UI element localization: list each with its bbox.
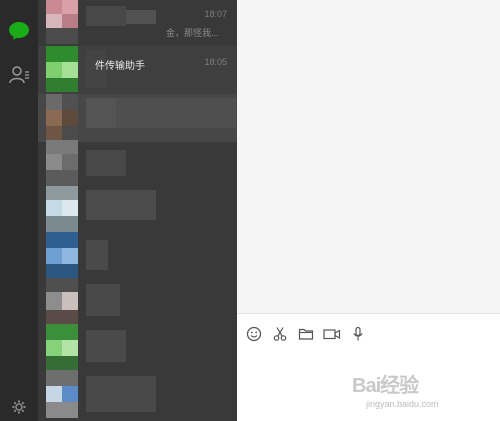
watermark-url: jingyan.baidu.com [366, 399, 439, 409]
video-call-button[interactable] [323, 325, 341, 343]
conversation-name: 件传输助手 [95, 61, 145, 72]
compose-toolbar [245, 324, 367, 344]
avatar [46, 232, 78, 280]
conversation-item[interactable]: 18:07 金，那怪我... [38, 0, 237, 48]
chat-tab[interactable] [6, 18, 32, 44]
chat-pane [237, 0, 500, 421]
avatar [46, 324, 78, 372]
conversation-time: 18:05 [204, 57, 227, 67]
microphone-icon [353, 326, 363, 341]
avatar [46, 278, 78, 326]
scissors-icon [273, 327, 287, 341]
settings-button[interactable] [10, 398, 28, 416]
avatar [46, 0, 78, 48]
folder-icon [298, 328, 314, 340]
conversation-snippet: 金，那怪我... [166, 28, 219, 38]
gear-icon [12, 400, 26, 414]
avatar [46, 46, 78, 94]
emoji-button[interactable] [245, 325, 263, 343]
contacts-icon [9, 66, 29, 84]
conversation-list: 18:07 金，那怪我... 件传输助手 18:05 [38, 0, 237, 421]
avatar [46, 140, 78, 188]
contacts-tab[interactable] [6, 62, 32, 88]
avatar [46, 94, 78, 142]
conversation-time: 18:07 [204, 9, 227, 19]
avatar [46, 186, 78, 234]
screenshot-button[interactable] [271, 325, 289, 343]
conversation-item[interactable] [38, 140, 237, 188]
conversation-item[interactable] [38, 324, 237, 372]
conversation-item[interactable] [38, 186, 237, 234]
emoji-icon [246, 326, 262, 342]
conversation-item[interactable] [38, 370, 237, 418]
conversation-item[interactable] [38, 278, 237, 326]
nav-rail [0, 0, 38, 421]
video-call-icon [323, 329, 341, 340]
send-file-button[interactable] [297, 325, 315, 343]
voice-call-button[interactable] [349, 325, 367, 343]
watermark-logo: Bai经验 jingyan.baidu.com [352, 363, 474, 415]
conversation-item[interactable] [38, 94, 237, 142]
wechat-window: 18:07 金，那怪我... 件传输助手 18:05 Bai经验 jingyan… [0, 0, 500, 421]
conversation-item[interactable] [38, 232, 237, 280]
watermark-text: Bai经验 [352, 375, 419, 397]
avatar [46, 370, 78, 418]
chat-bubble-icon [9, 22, 29, 40]
